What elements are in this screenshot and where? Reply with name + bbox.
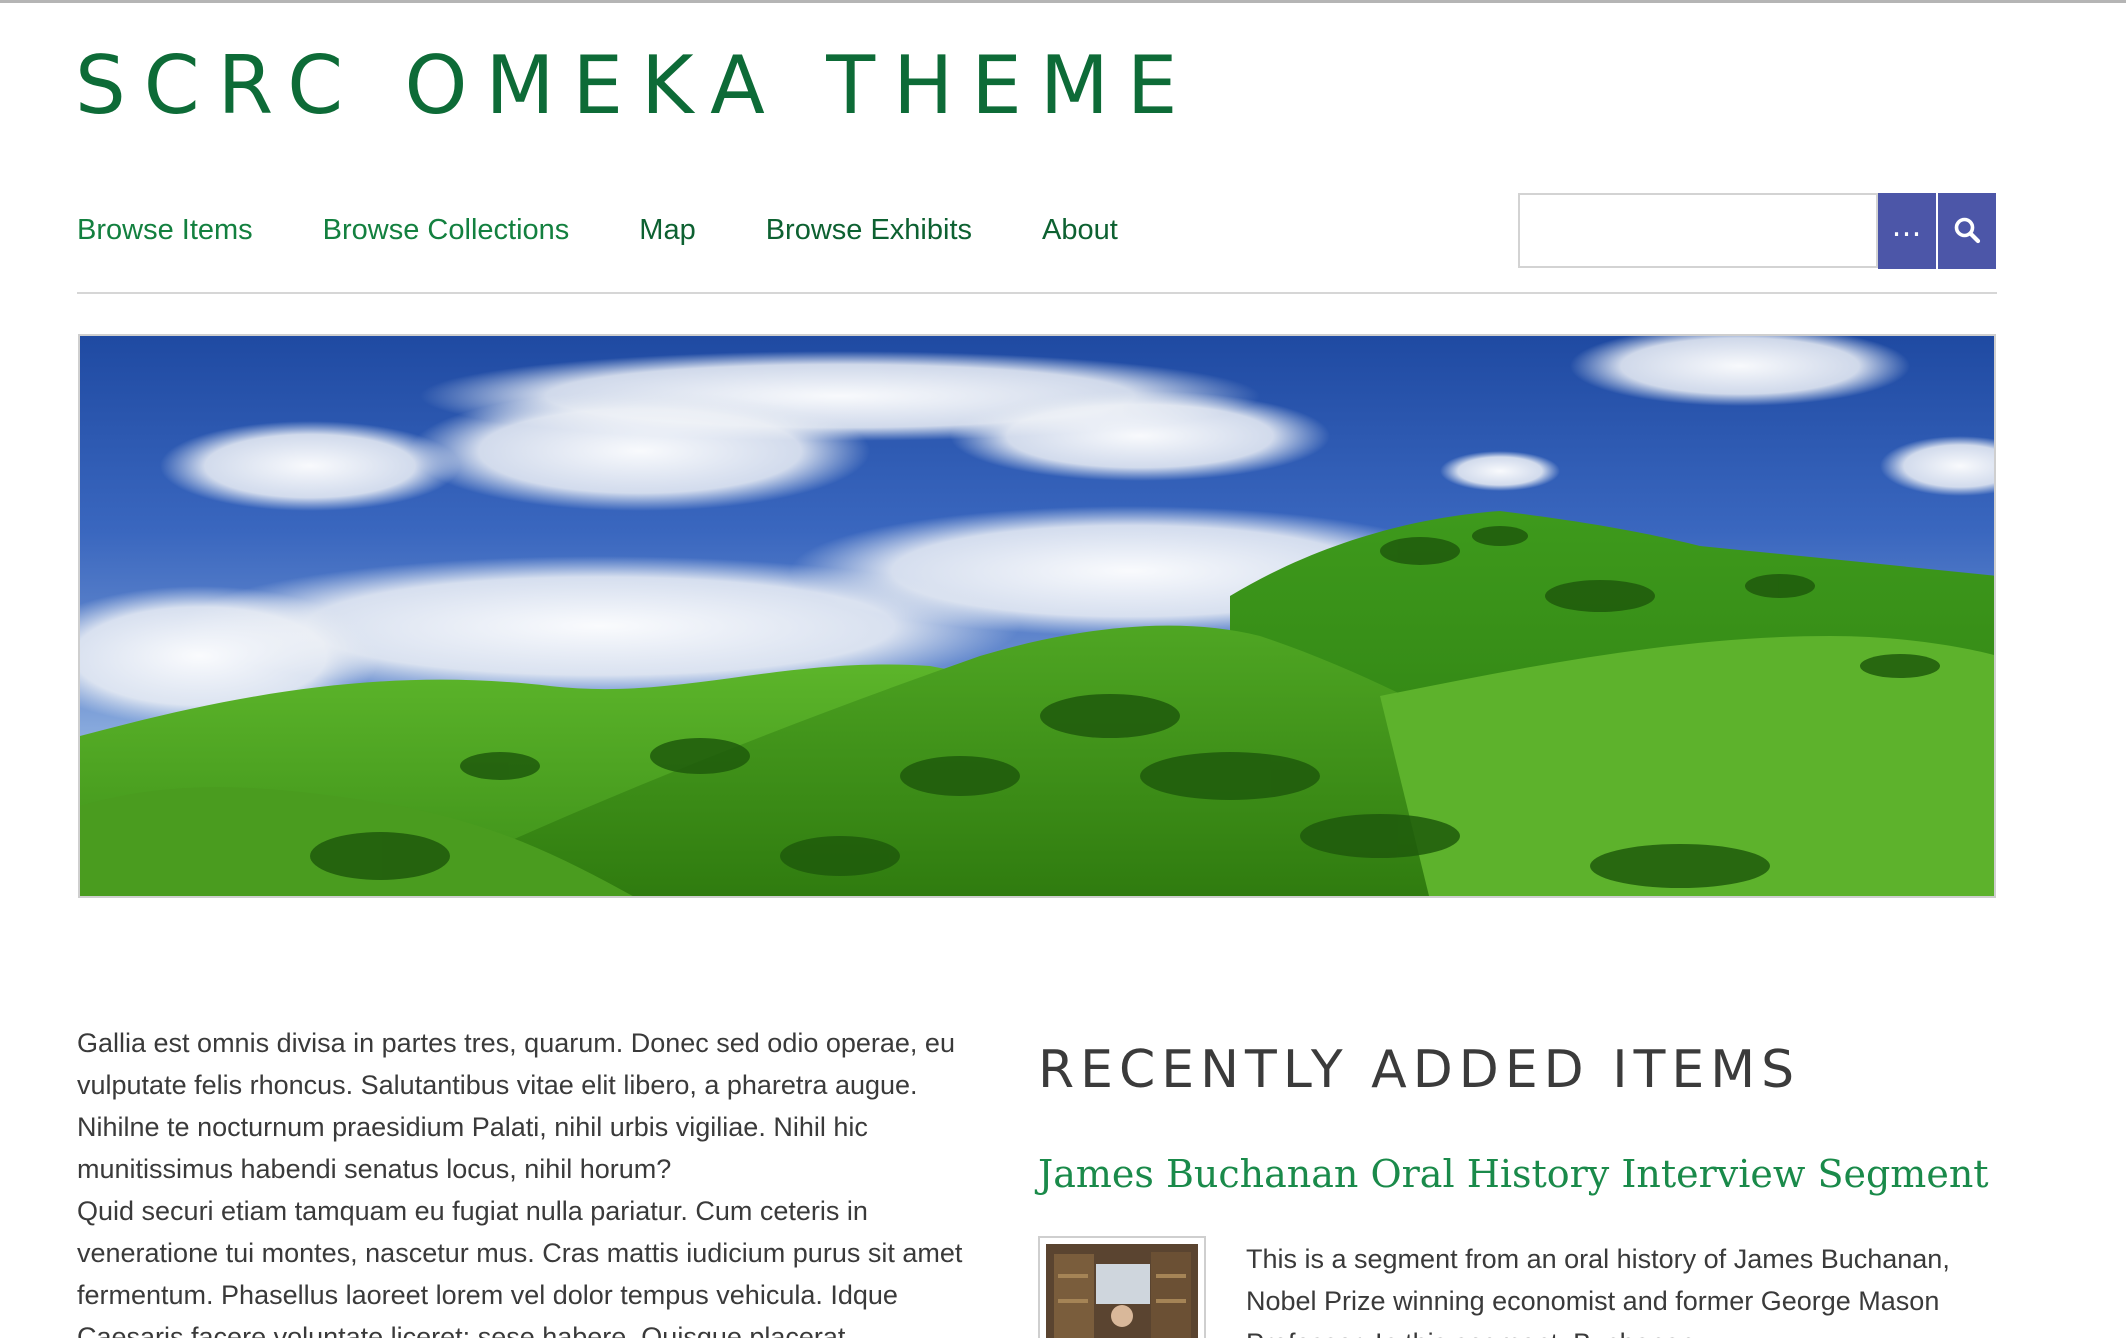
nav-map[interactable]: Map (639, 208, 695, 252)
intro-text: Gallia est omnis divisa in partes tres, … (77, 1022, 967, 1338)
top-border (0, 0, 2126, 3)
search-icon (1953, 216, 1981, 247)
hero-landscape (80, 336, 1994, 896)
thumbnail-image (1046, 1244, 1198, 1338)
ellipsis-icon: … (1891, 209, 1923, 244)
recent-item-thumbnail[interactable] (1038, 1236, 1206, 1338)
recent-item-title[interactable]: James Buchanan Oral History Interview Se… (1038, 1148, 1989, 1200)
advanced-search-button[interactable]: … (1878, 193, 1936, 269)
nav-browse-exhibits[interactable]: Browse Exhibits (766, 208, 972, 252)
recent-item-description: This is a segment from an oral history o… (1246, 1244, 1950, 1338)
page: SCRC OMEKA THEME Browse Items Browse Col… (0, 0, 2126, 1338)
nav-browse-items[interactable]: Browse Items (77, 208, 253, 252)
main-nav: Browse Items Browse Collections Map Brow… (77, 208, 1188, 252)
intro-paragraph-1: Gallia est omnis divisa in partes tres, … (77, 1028, 955, 1184)
intro-paragraph-2: Quid securi etiam tamquam eu fugiat null… (77, 1196, 963, 1338)
thumbnail-scene (1046, 1244, 1198, 1338)
nav-divider (77, 292, 1997, 294)
search-input[interactable] (1518, 193, 1878, 268)
nav-about[interactable]: About (1042, 208, 1118, 252)
nav-browse-collections[interactable]: Browse Collections (323, 208, 570, 252)
search-button[interactable] (1938, 193, 1996, 269)
recently-added-heading: RECENTLY ADDED ITEMS (1038, 1040, 1801, 1100)
hero-image (78, 334, 1996, 898)
site-title[interactable]: SCRC OMEKA THEME (75, 38, 1195, 134)
